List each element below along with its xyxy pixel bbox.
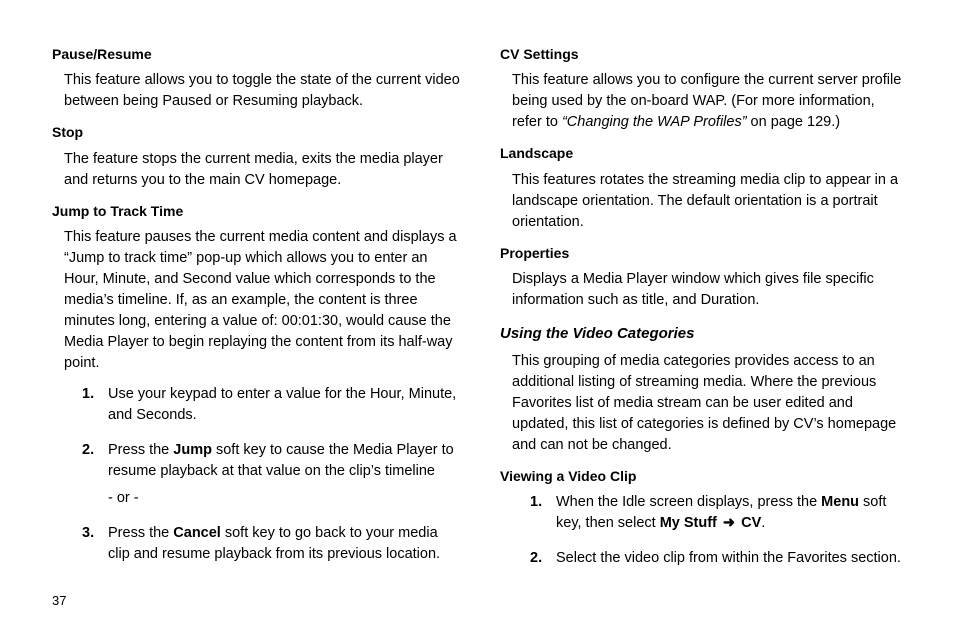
paragraph: This grouping of media categories provid… [512, 351, 908, 456]
heading-pause-resume: Pause/Resume [52, 44, 460, 64]
arrow-right-icon: ➜ [721, 513, 737, 534]
heading-landscape: Landscape [500, 143, 908, 163]
heading-using-video-categories: Using the Video Categories [500, 323, 908, 345]
step-text: Select the video clip from within the Fa… [556, 550, 901, 566]
italic-text: “Changing the WAP Profiles” [562, 114, 747, 130]
text: Press the [108, 525, 173, 541]
heading-stop: Stop [52, 122, 460, 142]
text: . [761, 515, 765, 531]
paragraph: This feature allows you to configure the… [512, 70, 908, 133]
or-divider: - or - [108, 488, 460, 509]
left-column: Pause/Resume This feature allows you to … [52, 34, 460, 622]
step-number: 1. [530, 492, 542, 513]
step-item: 2. Select the video clip from within the… [530, 548, 908, 569]
text: Press the [108, 442, 173, 458]
heading-cv-settings: CV Settings [500, 44, 908, 64]
step-item: 1. Use your keypad to enter a value for … [82, 384, 460, 426]
step-item: 2. Press the Jump soft key to cause the … [82, 440, 460, 509]
step-number: 2. [82, 440, 94, 461]
bold-text: CV [741, 515, 761, 531]
step-item: 1. When the Idle screen displays, press … [530, 492, 908, 534]
step-text: Use your keypad to enter a value for the… [108, 386, 456, 423]
heading-viewing-video-clip: Viewing a Video Clip [500, 466, 908, 486]
text: When the Idle screen displays, press the [556, 494, 821, 510]
heading-jump-track-time: Jump to Track Time [52, 201, 460, 221]
heading-properties: Properties [500, 243, 908, 263]
step-text: When the Idle screen displays, press the… [556, 494, 886, 531]
paragraph: Displays a Media Player window which giv… [512, 269, 908, 311]
paragraph: The feature stops the current media, exi… [64, 149, 460, 191]
step-item: 3. Press the Cancel soft key to go back … [82, 523, 460, 565]
bold-text: My Stuff [660, 515, 717, 531]
page-number: 37 [52, 593, 66, 608]
step-number: 3. [82, 523, 94, 544]
bold-text: Cancel [173, 525, 221, 541]
paragraph: This features rotates the streaming medi… [512, 170, 908, 233]
ordered-steps: 1. Use your keypad to enter a value for … [82, 384, 460, 565]
document-page: Pause/Resume This feature allows you to … [0, 0, 954, 636]
right-column: CV Settings This feature allows you to c… [500, 34, 908, 622]
paragraph: This feature pauses the current media co… [64, 227, 460, 374]
bold-text: Menu [821, 494, 859, 510]
step-text: Press the Cancel soft key to go back to … [108, 525, 440, 562]
step-number: 2. [530, 548, 542, 569]
text: on page 129.) [747, 114, 841, 130]
ordered-steps: 1. When the Idle screen displays, press … [530, 492, 908, 569]
step-number: 1. [82, 384, 94, 405]
step-text: Press the Jump soft key to cause the Med… [108, 442, 454, 479]
paragraph: This feature allows you to toggle the st… [64, 70, 460, 112]
bold-text: Jump [173, 442, 212, 458]
